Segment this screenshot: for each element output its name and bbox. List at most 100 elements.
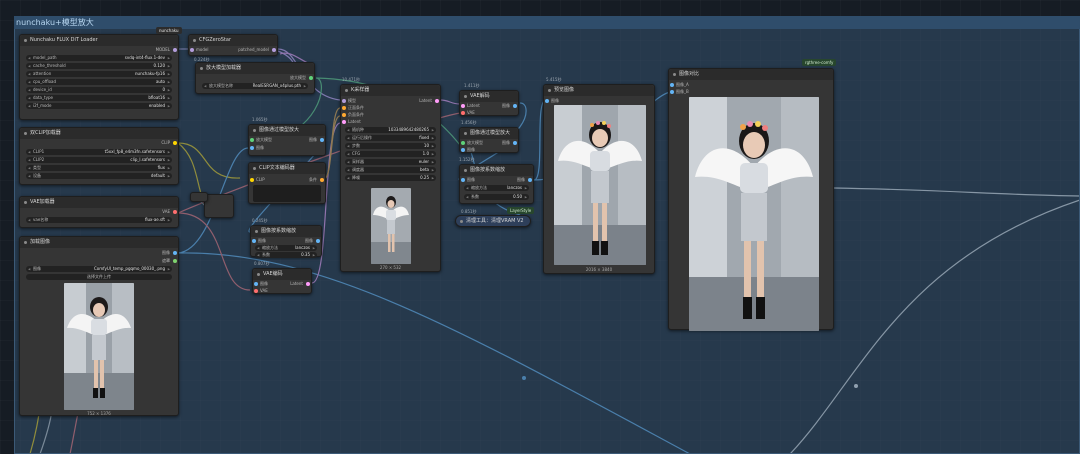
input-vae-slot[interactable] [254, 289, 258, 293]
input-clip-slot[interactable] [250, 178, 254, 182]
node-clean-vram[interactable]: 清理工具：清理VRAM V2 [455, 215, 531, 227]
output-patched-model-slot[interactable] [272, 48, 276, 52]
node-title[interactable]: CFGZeroStar [189, 35, 277, 46]
node-vae-encode[interactable]: VAE编码 图像 VAE Latent [252, 268, 312, 294]
widget-seed[interactable]: 随机种1033489642480265 [345, 127, 436, 133]
node-title[interactable]: 图像通过模型放大 [249, 125, 325, 136]
reroute-node[interactable] [204, 194, 234, 218]
node-clip-text-encode[interactable]: CLIP文本编码器 CLIP 条件 [248, 162, 326, 204]
node-title[interactable]: 放大模型加载器 [196, 63, 314, 74]
input-image-slot[interactable] [461, 148, 465, 152]
widget-device-id[interactable]: device_id0 [26, 87, 172, 93]
output-latent-slot[interactable] [435, 99, 439, 103]
widget-data-type[interactable]: data_typebfloat16 [26, 95, 172, 101]
output-vae-slot[interactable] [173, 210, 177, 214]
widget-denoise[interactable]: 降噪0.25 [345, 175, 436, 181]
input-upscale-model-slot[interactable] [250, 138, 254, 142]
input-vae-slot[interactable] [461, 111, 465, 115]
output-image-slot[interactable] [528, 178, 532, 182]
reroute-node[interactable] [190, 192, 208, 202]
widget-scheduler[interactable]: 调度器beta [345, 167, 436, 173]
widget-upscale-method[interactable]: 缩放方法lanczos [464, 185, 529, 191]
exec-time: 1.411秒 [464, 83, 480, 88]
node-title[interactable]: K采样器 [341, 85, 440, 96]
compare-image-slider[interactable] [689, 97, 819, 331]
node-title[interactable]: CLIP文本编码器 [249, 163, 325, 174]
output-image-slot[interactable] [173, 251, 177, 255]
widget-cpu-offload[interactable]: cpu_offloadauto [26, 79, 172, 85]
widget-clip1[interactable]: CLIP1t5xxl_fp8_e4m3fn.safetensors [26, 149, 172, 155]
node-vae-loader[interactable]: VAE加载器 VAE vae名称flux-ae.sft [19, 196, 179, 228]
node-nunchaku-flux-loader[interactable]: Nunchaku FLUX DiT Loader MODEL model_pat… [19, 34, 179, 120]
output-model-slot[interactable] [173, 48, 177, 52]
node-upscale-model-loader[interactable]: 放大模型加载器 放大模型 放大模型名称RealESRGAN_x4plus.pth [195, 62, 315, 94]
widget-attention[interactable]: attentionnunchaku-fp16 [26, 71, 172, 77]
node-image-upscale-with-model-2[interactable]: 图像通过模型放大 放大模型 图像 图像 [459, 127, 519, 153]
input-image-a-slot[interactable] [670, 83, 674, 87]
widget-device[interactable]: 设备default [26, 173, 172, 179]
widget-cfg[interactable]: CFG1.0 [345, 151, 436, 157]
input-latent-slot[interactable] [461, 104, 465, 108]
input-negative-slot[interactable] [342, 113, 346, 117]
widget-clip2[interactable]: CLIP2clip_l.safetensors [26, 157, 172, 163]
node-title[interactable]: VAE加载器 [20, 197, 178, 208]
node-title[interactable]: 图像对比 [669, 69, 833, 80]
output-image-slot[interactable] [320, 138, 324, 142]
widget-sampler[interactable]: 采样器euler [345, 159, 436, 165]
input-image-slot[interactable] [252, 239, 256, 243]
widget-vae-name[interactable]: vae名称flux-ae.sft [26, 217, 172, 223]
widget-type[interactable]: 类型flux [26, 165, 172, 171]
input-image-slot[interactable] [461, 178, 465, 182]
input-latent-slot[interactable] [342, 120, 346, 124]
node-title[interactable]: VAE解码 [460, 91, 518, 102]
node-title[interactable]: 图像按系数缩放 [460, 165, 533, 176]
node-image-compare[interactable]: 图像对比 图像_A 图像_B [668, 68, 834, 331]
output-clip-slot[interactable] [173, 141, 177, 145]
node-ksampler[interactable]: K采样器 模型 正面条件 负面条件 Latent Latent 随机种10334… [340, 84, 441, 272]
output-mask-slot[interactable] [173, 259, 177, 263]
input-image-b-slot[interactable] [670, 90, 674, 94]
node-title[interactable]: 图像按系数缩放 [251, 226, 321, 237]
output-upscale-model-slot[interactable] [309, 76, 313, 80]
widget-image-file[interactable]: 图像ComfyUI_temp_pgqmo_00030_.png [26, 266, 172, 272]
node-load-image[interactable]: 加载图像 图像 遮罩 图像ComfyUI_temp_pgqmo_00030_.p… [19, 236, 179, 416]
node-preview-image[interactable]: 预览图像 图像 2016 × 3840 [543, 84, 655, 274]
input-upscale-model-slot[interactable] [461, 141, 465, 145]
node-image-scale-by-2[interactable]: 图像按系数缩放 图像 图像 缩放方法lanczos 系数0.50 [459, 164, 534, 204]
node-title[interactable]: Nunchaku FLUX DiT Loader [20, 35, 178, 46]
upload-button[interactable]: 选择文件上传 [26, 274, 172, 280]
input-positive-slot[interactable] [342, 106, 346, 110]
node-title[interactable]: 图像通过模型放大 [460, 128, 518, 139]
input-image-slot[interactable] [250, 146, 254, 150]
prompt-textarea[interactable] [253, 185, 321, 202]
output-image-slot[interactable] [513, 141, 517, 145]
node-title[interactable]: 加载图像 [20, 237, 178, 248]
output-image-slot[interactable] [316, 239, 320, 243]
node-image-upscale-with-model-1[interactable]: 图像通过模型放大 放大模型 图像 图像 [248, 124, 326, 156]
input-image-slot[interactable] [254, 282, 258, 286]
node-title[interactable]: 预览图像 [544, 85, 654, 96]
widget-scale-factor[interactable]: 系数0.50 [464, 194, 529, 200]
node-cfgzerostar[interactable]: CFGZeroStar model patched_model [188, 34, 278, 56]
widget-model-path[interactable]: model_pathsvdq-int4-flux.1-dev [26, 55, 172, 61]
node-dual-clip-loader[interactable]: 双CLIP加载器 CLIP CLIP1t5xxl_fp8_e4m3fn.safe… [19, 127, 179, 185]
widget-cache-threshold[interactable]: cache_threshold0.120 [26, 63, 172, 69]
widget-upscale-method[interactable]: 缩放方法lanczos [255, 245, 317, 251]
node-image-scale-by-1[interactable]: 图像按系数缩放 图像 图像 缩放方法lanczos 系数0.35 [250, 225, 322, 258]
node-vae-decode[interactable]: VAE解码 Latent VAE 图像 [459, 90, 519, 116]
node-title[interactable]: 清理工具：清理VRAM V2 [456, 216, 530, 227]
output-conditioning-slot[interactable] [320, 178, 324, 182]
node-title[interactable]: VAE编码 [253, 269, 311, 280]
input-model-slot[interactable] [190, 48, 194, 52]
output-latent-slot[interactable] [306, 282, 310, 286]
widget-upscale-model-name[interactable]: 放大模型名称RealESRGAN_x4plus.pth [202, 83, 308, 89]
widget-steps[interactable]: 步数10 [345, 143, 436, 149]
output-image-slot[interactable] [513, 104, 517, 108]
node-title[interactable]: 双CLIP加载器 [20, 128, 178, 139]
input-model-slot[interactable] [342, 99, 346, 103]
widget-scale-factor[interactable]: 系数0.35 [255, 252, 317, 258]
widget-control-after[interactable]: 运行后操作fixed [345, 135, 436, 141]
widget-i2f-mode[interactable]: i2f_modeenabled [26, 103, 172, 109]
input-image-slot[interactable] [545, 99, 549, 103]
output-image-label: 图像 [502, 140, 510, 145]
